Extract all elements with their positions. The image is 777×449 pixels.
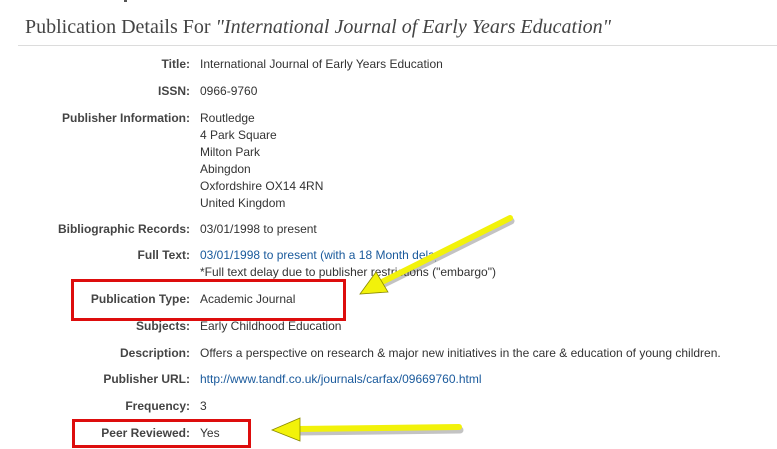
description-value: Offers a perspective on research & major… <box>200 346 721 360</box>
top-marker <box>124 0 127 2</box>
page-title-journal: "International Journal of Early Years Ed… <box>215 16 612 38</box>
description-label: Description: <box>119 346 190 360</box>
full-text-label: Full Text: <box>137 248 190 262</box>
issn-value: 0966-9760 <box>200 84 258 98</box>
frequency-label: Frequency: <box>125 399 190 413</box>
peer-reviewed-arrow-icon <box>270 417 464 442</box>
publisher-url-value: http://www.tandf.co.uk/journals/carfax/0… <box>200 371 482 388</box>
title-label: Title: <box>161 57 190 71</box>
full-text-value: 03/01/1998 to present (with a 18 Month d… <box>200 247 496 281</box>
title-divider <box>18 45 777 46</box>
publisher-address-line: Milton Park <box>200 145 261 159</box>
full-text-link[interactable]: 03/01/1998 to present (with a 18 Month d… <box>200 247 436 264</box>
publisher-address-line: United Kingdom <box>200 196 286 210</box>
peer-reviewed-highlight-box <box>72 419 251 448</box>
bibliographic-records-value: 03/01/1998 to present <box>200 222 317 236</box>
publisher-address-line: Oxfordshire OX14 4RN <box>200 179 324 193</box>
page-title: Publication Details For "International J… <box>25 16 777 39</box>
issn-label: ISSN: <box>157 84 190 98</box>
title-value: International Journal of Early Years Edu… <box>200 57 443 71</box>
publisher-address-line: Routledge <box>200 111 255 125</box>
publisher-url-link[interactable]: http://www.tandf.co.uk/journals/carfax/0… <box>200 372 482 386</box>
publication-type-highlight-box <box>71 279 346 321</box>
page-title-prefix: Publication Details For <box>25 16 211 38</box>
publisher-url-label: Publisher URL: <box>103 372 190 386</box>
bibliographic-records-label: Bibliographic Records: <box>57 222 190 236</box>
publisher-address-line: 4 Park Square <box>200 128 277 142</box>
publisher-address: Routledge 4 Park Square Milton Park Abin… <box>200 110 323 212</box>
publisher-label: Publisher Information: <box>61 111 190 125</box>
frequency-value: 3 <box>200 399 207 413</box>
publisher-address-line: Abingdon <box>200 162 251 176</box>
